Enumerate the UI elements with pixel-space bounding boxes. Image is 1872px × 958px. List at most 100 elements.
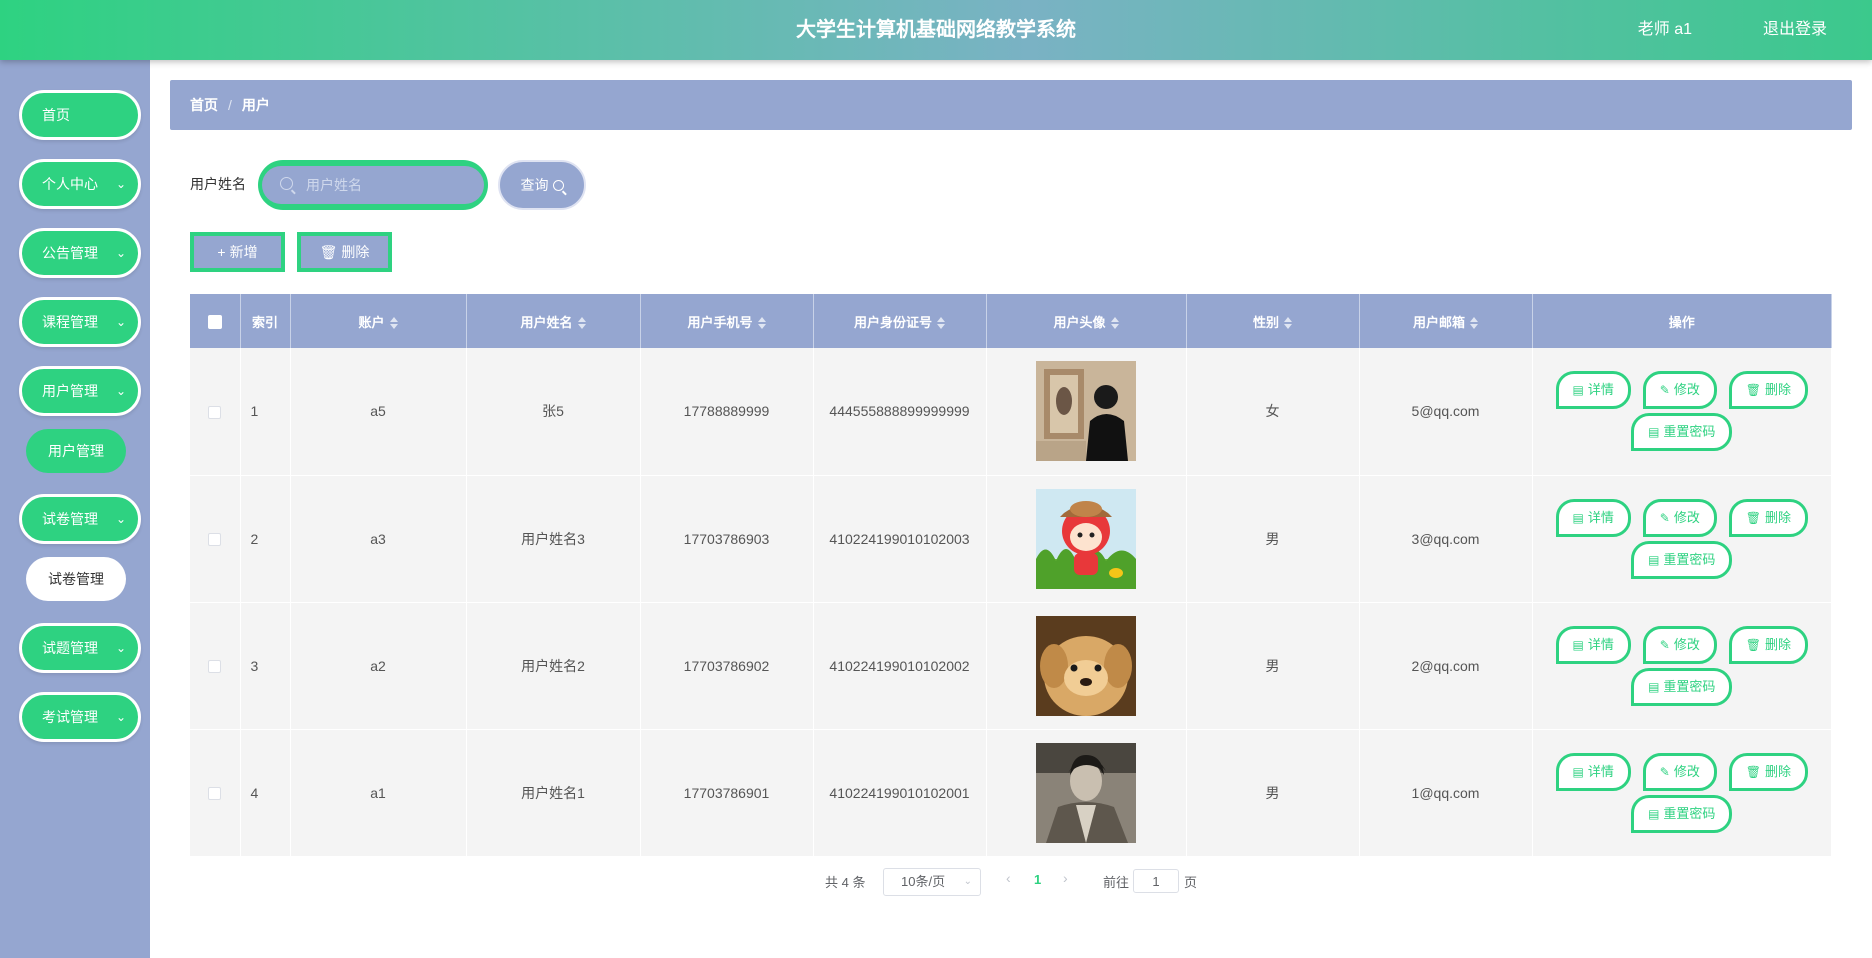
reset-password-button[interactable]: ▤ 重置密码 (1631, 794, 1733, 833)
op-label: 修改 (1673, 509, 1700, 525)
search-input[interactable] (262, 166, 484, 204)
select-all-checkbox[interactable] (207, 314, 222, 329)
row-checkbox[interactable] (208, 787, 222, 801)
select-all-header (190, 294, 241, 348)
op-label: 删除 (1764, 636, 1791, 652)
page-size-select[interactable]: 10条/页 ⌄ (883, 868, 981, 896)
delete-button[interactable]: 🗑 删除 (1728, 371, 1808, 410)
sort-icon[interactable] (577, 316, 586, 329)
sidebar-subitem-user-management[interactable]: 用户管理 (26, 429, 126, 473)
sort-icon[interactable] (757, 316, 766, 329)
document-icon: ▤ (1572, 637, 1584, 652)
trash-icon: 🗑 (319, 244, 338, 260)
op-label: 删除 (1764, 382, 1791, 398)
query-button[interactable]: 查询 (498, 160, 586, 210)
op-label: 删除 (1764, 509, 1791, 525)
prev-page-button[interactable]: ‹ (1006, 870, 1011, 886)
sidebar-subitem-paper-management[interactable]: 试卷管理 (26, 557, 126, 601)
cell-phone: 17703786901 (640, 729, 814, 857)
page-size-value: 10条/页 (901, 874, 946, 889)
trash-icon: 🗑 (1745, 510, 1761, 525)
detail-button[interactable]: ▤ 详情 (1555, 371, 1631, 410)
sort-icon[interactable] (1284, 316, 1292, 329)
sidebar-item-questions[interactable]: 试题管理 ⌄ (19, 623, 141, 673)
cell-operations: ▤ 详情 ✎ 修改 🗑 删除 ▤ 重置密码 (1532, 602, 1832, 730)
cell-id-card: 410224199010102003 (813, 475, 987, 603)
sidebar-item-users[interactable]: 用户管理 ⌄ (19, 366, 141, 416)
sidebar-item-label: 试卷管理 (42, 511, 98, 527)
document-icon: ▤ (1572, 383, 1584, 398)
cell-avatar (986, 475, 1187, 603)
table-row: 4 a1 用户姓名1 17703786901 41022419901010200… (190, 729, 1832, 857)
reset-password-button[interactable]: ▤ 重置密码 (1631, 413, 1733, 452)
pencil-icon: ✎ (1659, 383, 1670, 398)
row-checkbox[interactable] (208, 406, 222, 420)
col-avatar[interactable]: 用户头像 (986, 294, 1187, 348)
logout-button[interactable]: 退出登录 (1763, 0, 1827, 60)
detail-button[interactable]: ▤ 详情 (1555, 752, 1631, 791)
edit-button[interactable]: ✎ 修改 (1642, 625, 1717, 664)
cell-avatar (986, 602, 1187, 730)
row-select-cell (190, 602, 241, 730)
avatar-cartoon-fox[interactable] (1036, 488, 1136, 589)
add-button[interactable]: + 新增 (190, 232, 285, 272)
search-field-wrapper (258, 160, 488, 210)
op-label: 修改 (1673, 636, 1700, 652)
batch-delete-button[interactable]: 🗑 删除 (297, 232, 392, 272)
op-label: 重置密码 (1663, 424, 1716, 440)
sidebar-item-papers[interactable]: 试卷管理 ⌄ (19, 494, 141, 544)
col-label: 用户头像 (1053, 314, 1106, 330)
delete-button[interactable]: 🗑 删除 (1728, 498, 1808, 537)
next-page-button[interactable]: › (1063, 870, 1068, 886)
detail-button[interactable]: ▤ 详情 (1555, 625, 1631, 664)
breadcrumb-home[interactable]: 首页 (190, 97, 218, 113)
row-checkbox[interactable] (208, 533, 222, 547)
reset-password-button[interactable]: ▤ 重置密码 (1631, 540, 1733, 579)
edit-button[interactable]: ✎ 修改 (1642, 498, 1717, 537)
cell-account: a5 (290, 348, 467, 476)
delete-button[interactable]: 🗑 删除 (1728, 625, 1808, 664)
avatar-man-portrait[interactable] (1036, 742, 1136, 843)
cell-index: 2 (240, 475, 291, 603)
cell-gender: 男 (1186, 602, 1360, 730)
col-gender[interactable]: 性别 (1186, 294, 1360, 348)
document-icon: ▤ (1572, 510, 1584, 525)
cell-index: 1 (240, 348, 291, 476)
row-checkbox[interactable] (208, 660, 222, 674)
avatar-person-photo[interactable] (1036, 361, 1136, 462)
document-icon: ▤ (1648, 806, 1660, 821)
avatar-puppy-photo[interactable] (1036, 615, 1136, 716)
sidebar-item-label: 用户管理 (42, 383, 98, 399)
sidebar-item-exams[interactable]: 考试管理 ⌄ (19, 692, 141, 742)
edit-button[interactable]: ✎ 修改 (1642, 752, 1717, 791)
sort-icon[interactable] (937, 316, 945, 329)
delete-button[interactable]: 🗑 删除 (1728, 752, 1808, 791)
sidebar-item-announcements[interactable]: 公告管理 ⌄ (19, 228, 141, 278)
detail-button[interactable]: ▤ 详情 (1555, 498, 1631, 537)
col-operations: 操作 (1532, 294, 1832, 348)
cell-id-card: 410224199010102002 (813, 602, 987, 730)
op-label: 详情 (1587, 636, 1614, 652)
pencil-icon: ✎ (1659, 637, 1670, 652)
sidebar-item-label: 考试管理 (42, 709, 98, 725)
reset-password-button[interactable]: ▤ 重置密码 (1631, 667, 1733, 706)
sidebar-item-label: 课程管理 (42, 314, 98, 330)
col-id-card[interactable]: 用户身份证号 (813, 294, 987, 348)
sidebar-item-courses[interactable]: 课程管理 ⌄ (19, 297, 141, 347)
goto-page-input[interactable] (1133, 869, 1179, 893)
sidebar-item-home[interactable]: 首页 (19, 90, 141, 140)
col-account[interactable]: 账户 (290, 294, 467, 348)
cell-email: 2@qq.com (1359, 602, 1533, 730)
pencil-icon: ✎ (1659, 764, 1670, 779)
sort-icon[interactable] (1470, 316, 1478, 329)
sort-icon[interactable] (389, 316, 398, 329)
col-name[interactable]: 用户姓名 (466, 294, 641, 348)
sidebar-item-personal-center[interactable]: 个人中心 ⌄ (19, 159, 141, 209)
row-select-cell (190, 729, 241, 857)
page-number-current[interactable]: 1 (1034, 872, 1041, 887)
sort-icon[interactable] (1110, 316, 1119, 329)
op-label: 修改 (1673, 763, 1700, 779)
col-phone[interactable]: 用户手机号 (640, 294, 814, 348)
edit-button[interactable]: ✎ 修改 (1642, 371, 1717, 410)
col-email[interactable]: 用户邮箱 (1359, 294, 1533, 348)
